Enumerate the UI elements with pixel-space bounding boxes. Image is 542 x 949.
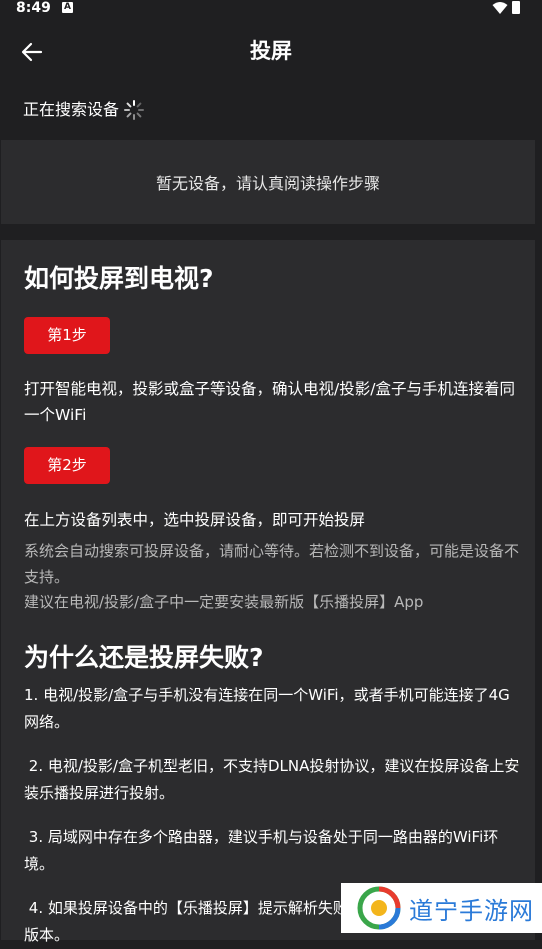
search-status-text: 正在搜索设备: [23, 100, 120, 119]
step-1-text: 打开智能电视，投影或盒子等设备，确认电视/投影/盒子与手机连接着同一个WiFi: [24, 380, 515, 424]
faq-heading: 为什么还是投屏失败?: [24, 643, 264, 672]
search-status: 正在搜索设备: [23, 96, 145, 124]
loading-spinner-icon: [124, 100, 145, 120]
guide-panel: 如何投屏到电视? 第1步 打开智能电视，投影或盒子等设备，确认电视/投影/盒子与…: [1, 240, 535, 944]
status-time: 8:49: [16, 0, 51, 16]
faq-item-2: 2. 电视/投影/盒子机型老旧，不支持DLNA投射协议，建议在投屏设备上安装乐播…: [24, 757, 520, 802]
notification-icon: A: [62, 2, 73, 13]
status-bar: 8:49 A: [0, 0, 542, 20]
device-list-empty: 暂无设备，请认真阅读操作步骤: [1, 140, 535, 224]
faq-item-1: 1. 电视/投影/盒子与手机没有连接在同一个WiFi，或者手机可能连接了4G网络…: [24, 686, 510, 731]
faq-item-3: 3. 局域网中存在多个路由器，建议手机与设备处于同一路由器的WiFi环境。: [24, 828, 499, 873]
step-2-badge: 第2步: [24, 447, 110, 484]
page-title: 投屏: [250, 39, 292, 63]
battery-icon: [512, 1, 520, 14]
watermark-text: 道宁手游网: [409, 896, 534, 925]
watermark: 道宁手游网: [341, 883, 542, 933]
step-2-text: 在上方设备列表中，选中投屏设备，即可开始投屏: [24, 511, 366, 529]
step-2-note-2: 建议在电视/投影/盒子中一定要安装最新版【乐播投屏】App: [24, 593, 424, 611]
guide-heading: 如何投屏到电视?: [24, 264, 214, 293]
watermark-logo-icon: [357, 886, 401, 930]
step-2-note-1: 系统会自动搜索可投屏设备，请耐心等待。若检测不到设备，可能是设备不支持。: [24, 542, 520, 586]
wifi-icon: [492, 2, 508, 14]
app-bar: 投屏: [0, 22, 542, 82]
empty-state-text: 暂无设备，请认真阅读操作步骤: [155, 174, 380, 193]
step-1-badge: 第1步: [24, 317, 110, 354]
